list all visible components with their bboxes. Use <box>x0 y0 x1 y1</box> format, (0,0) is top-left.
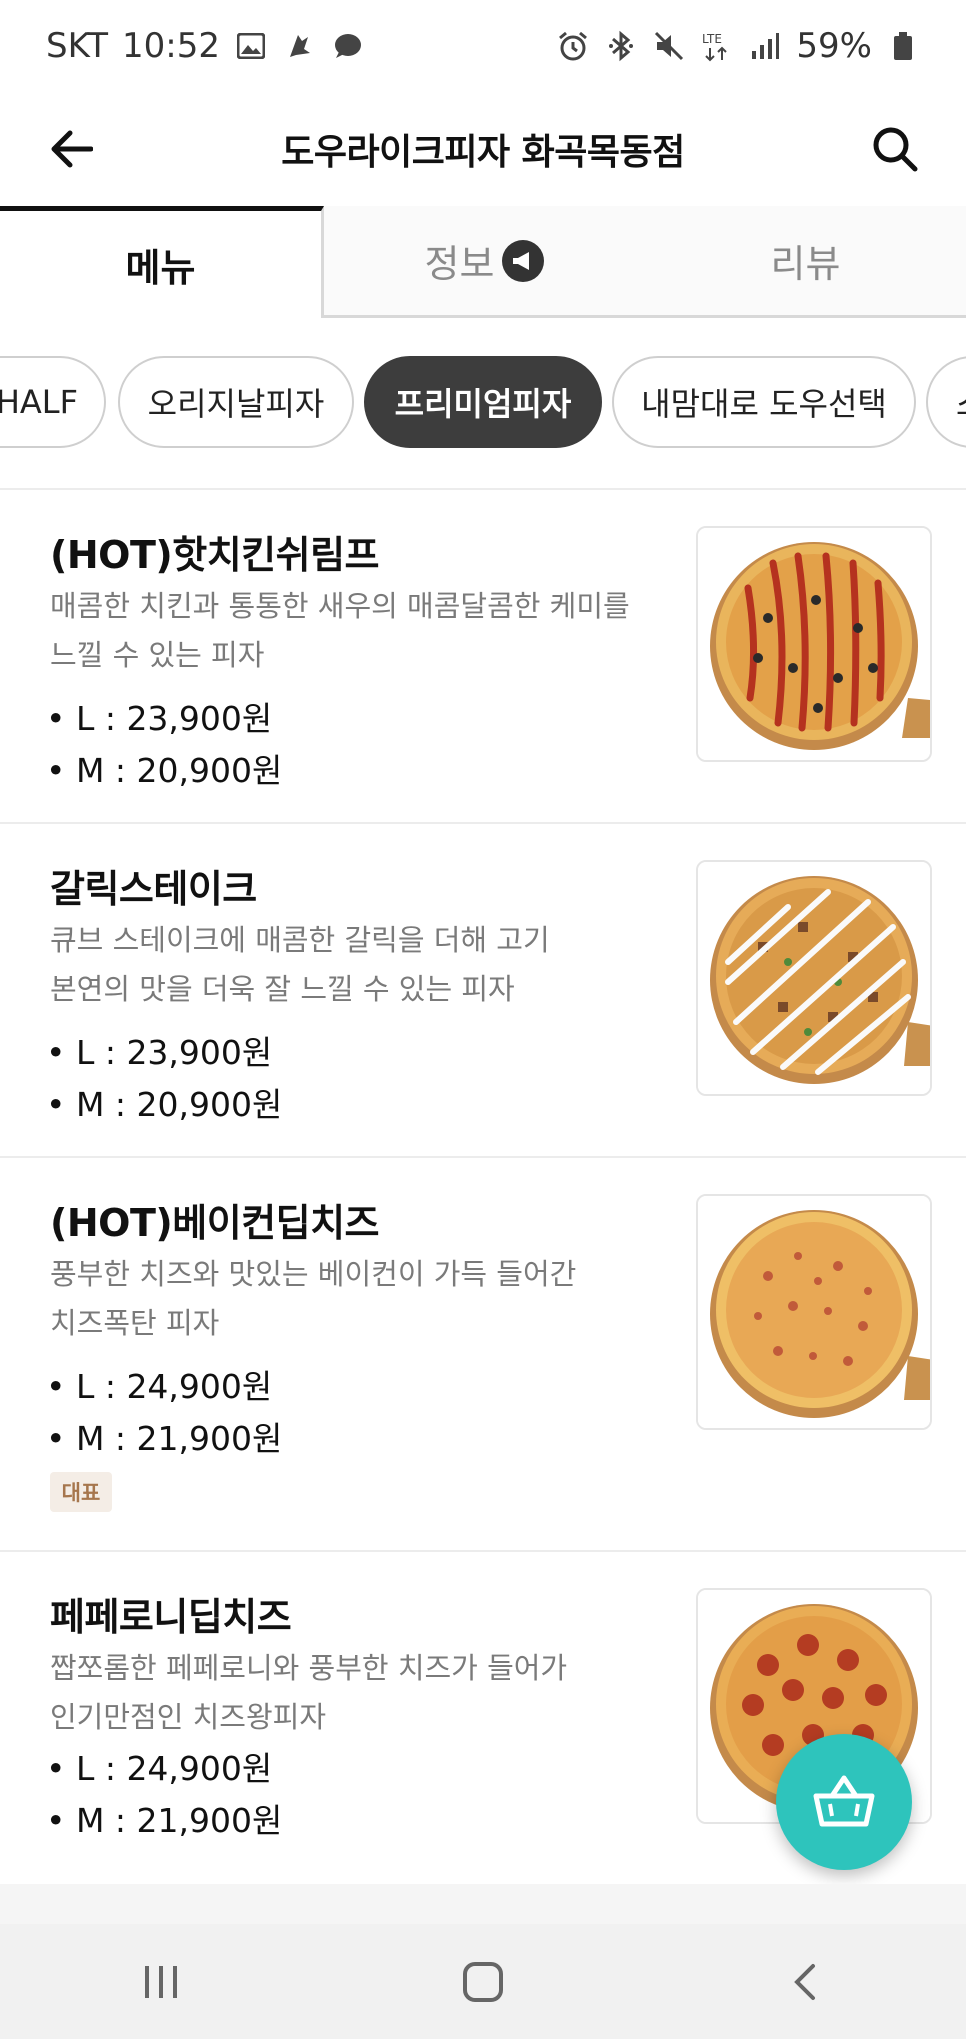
app-icon <box>282 29 316 63</box>
menu-item[interactable]: (HOT)베이컨딥치즈 풍부한 치즈와 맛있는 베이컨이 가득 들어간 치즈폭탄… <box>0 1158 966 1550</box>
menu-item-price-medium: • M : 21,900원 <box>46 1419 283 1458</box>
menu-item-desc-line: 느낄 수 있는 피자 <box>50 638 265 672</box>
menu-item-price-medium: • M : 21,900원 <box>46 1801 283 1840</box>
menu-item-description: 짭쪼롬한 페페로니와 풍부한 치즈가 들어가 인기만점인 치즈왕피자 <box>50 1644 680 1742</box>
category-chips: HALF 오리지날피자 프리미엄피자 내맘대로 도우선택 스 <box>0 352 966 452</box>
tab-menu-label: 메뉴 <box>125 246 196 290</box>
bluetooth-icon <box>604 29 638 63</box>
chat-icon <box>330 29 364 63</box>
menu-item[interactable]: (HOT)핫치킨쉬림프 매콤한 치킨과 통통한 새우의 매콤달콤한 케미를 느낄… <box>0 490 966 822</box>
app-bar: 도우라이크피자 화곡목동점 <box>0 92 966 206</box>
chevron-left-icon <box>794 1963 815 2000</box>
chip-next[interactable]: 스 <box>926 356 966 448</box>
tab-info[interactable]: 정보 <box>324 206 645 315</box>
pizza-image-icon <box>698 528 930 760</box>
basket-icon <box>813 1775 875 1827</box>
alarm-icon <box>556 29 590 63</box>
search-icon <box>873 127 918 172</box>
menu-item-description: 큐브 스테이크에 매콤한 갈릭을 더해 고기 본연의 맛을 더욱 잘 느낄 수 … <box>50 916 680 1014</box>
menu-item-desc-line: 치즈폭탄 피자 <box>50 1306 220 1340</box>
tab-review[interactable]: 리뷰 <box>645 206 966 315</box>
pizza-thumbnail[interactable] <box>696 526 932 762</box>
battery-icon <box>886 29 920 63</box>
search-button[interactable] <box>860 114 930 184</box>
chip-custom-dough[interactable]: 내맘대로 도우선택 <box>612 356 916 448</box>
tab-menu[interactable]: 메뉴 <box>0 206 324 318</box>
status-bar: SKT 10:52 LTE 59% <box>0 0 966 92</box>
menu-item-price-large: • L : 23,900원 <box>46 699 273 738</box>
lte-icon: LTE <box>700 29 734 63</box>
menu-item-price-large: • L : 24,900원 <box>46 1749 273 1788</box>
image-icon <box>234 29 268 63</box>
pizza-image-icon <box>698 862 930 1094</box>
tab-bar: 메뉴 정보 리뷰 <box>0 206 966 318</box>
menu-item-description: 풍부한 치즈와 맛있는 베이컨이 가득 들어간 치즈폭탄 피자 <box>50 1250 680 1348</box>
page-title: 도우라이크피자 화곡목동점 <box>281 132 685 173</box>
list-end-spacer <box>0 1884 966 1924</box>
pizza-thumbnail[interactable] <box>696 860 932 1096</box>
menu-item-desc-line: 큐브 스테이크에 매콤한 갈릭을 더해 고기 <box>50 923 550 957</box>
tab-info-label: 정보 <box>424 242 495 286</box>
notice-icon <box>502 239 545 282</box>
mute-icon <box>652 29 686 63</box>
menu-item-name: (HOT)핫치킨쉬림프 <box>50 533 380 577</box>
home-icon <box>463 1961 503 2002</box>
system-back-button[interactable] <box>750 1937 860 2027</box>
menu-item-description: 매콤한 치킨과 통통한 새우의 매콤달콤한 케미를 느낄 수 있는 피자 <box>50 582 680 680</box>
chip-half[interactable]: HALF <box>0 356 106 448</box>
recent-apps-button[interactable] <box>106 1937 216 2027</box>
clock-label: 10:52 <box>122 26 220 66</box>
tab-review-label: 리뷰 <box>770 242 841 286</box>
menu-item-price-large: • L : 23,900원 <box>46 1033 273 1072</box>
pizza-thumbnail[interactable] <box>696 1194 932 1430</box>
menu-item-name: 페페로니딥치즈 <box>50 1595 292 1639</box>
menu-item-desc-line: 인기만점인 치즈왕피자 <box>50 1700 327 1734</box>
battery-percent: 59% <box>796 26 872 66</box>
carrier-label: SKT <box>46 26 109 66</box>
cart-button[interactable] <box>776 1734 912 1870</box>
menu-item-desc-line: 매콤한 치킨과 통통한 새우의 매콤달콤한 케미를 <box>50 589 630 623</box>
recent-apps-icon <box>145 1965 177 1998</box>
menu-item[interactable]: 갈릭스테이크 큐브 스테이크에 매콤한 갈릭을 더해 고기 본연의 맛을 더욱 … <box>0 824 966 1156</box>
signal-icon <box>748 29 782 63</box>
svg-text:LTE: LTE <box>702 32 722 46</box>
menu-item-price-medium: • M : 20,900원 <box>46 1085 283 1124</box>
menu-item-desc-line: 본연의 맛을 더욱 잘 느낄 수 있는 피자 <box>50 972 515 1006</box>
chip-premium-pizza[interactable]: 프리미엄피자 <box>364 356 602 448</box>
menu-item-desc-line: 풍부한 치즈와 맛있는 베이컨이 가득 들어간 <box>50 1257 577 1291</box>
menu-item-name: 갈릭스테이크 <box>50 867 257 911</box>
menu-item-name: (HOT)베이컨딥치즈 <box>50 1201 380 1245</box>
signature-tag: 대표 <box>50 1472 112 1512</box>
home-button[interactable] <box>428 1937 538 2027</box>
menu-item-price-large: • L : 24,900원 <box>46 1367 273 1406</box>
menu-item-price-medium: • M : 20,900원 <box>46 751 283 790</box>
pizza-image-icon <box>698 1196 930 1428</box>
menu-item-desc-line: 짭쪼롬한 페페로니와 풍부한 치즈가 들어가 <box>50 1651 568 1685</box>
system-nav-bar <box>0 1924 966 2039</box>
chip-original-pizza[interactable]: 오리지날피자 <box>118 356 354 448</box>
